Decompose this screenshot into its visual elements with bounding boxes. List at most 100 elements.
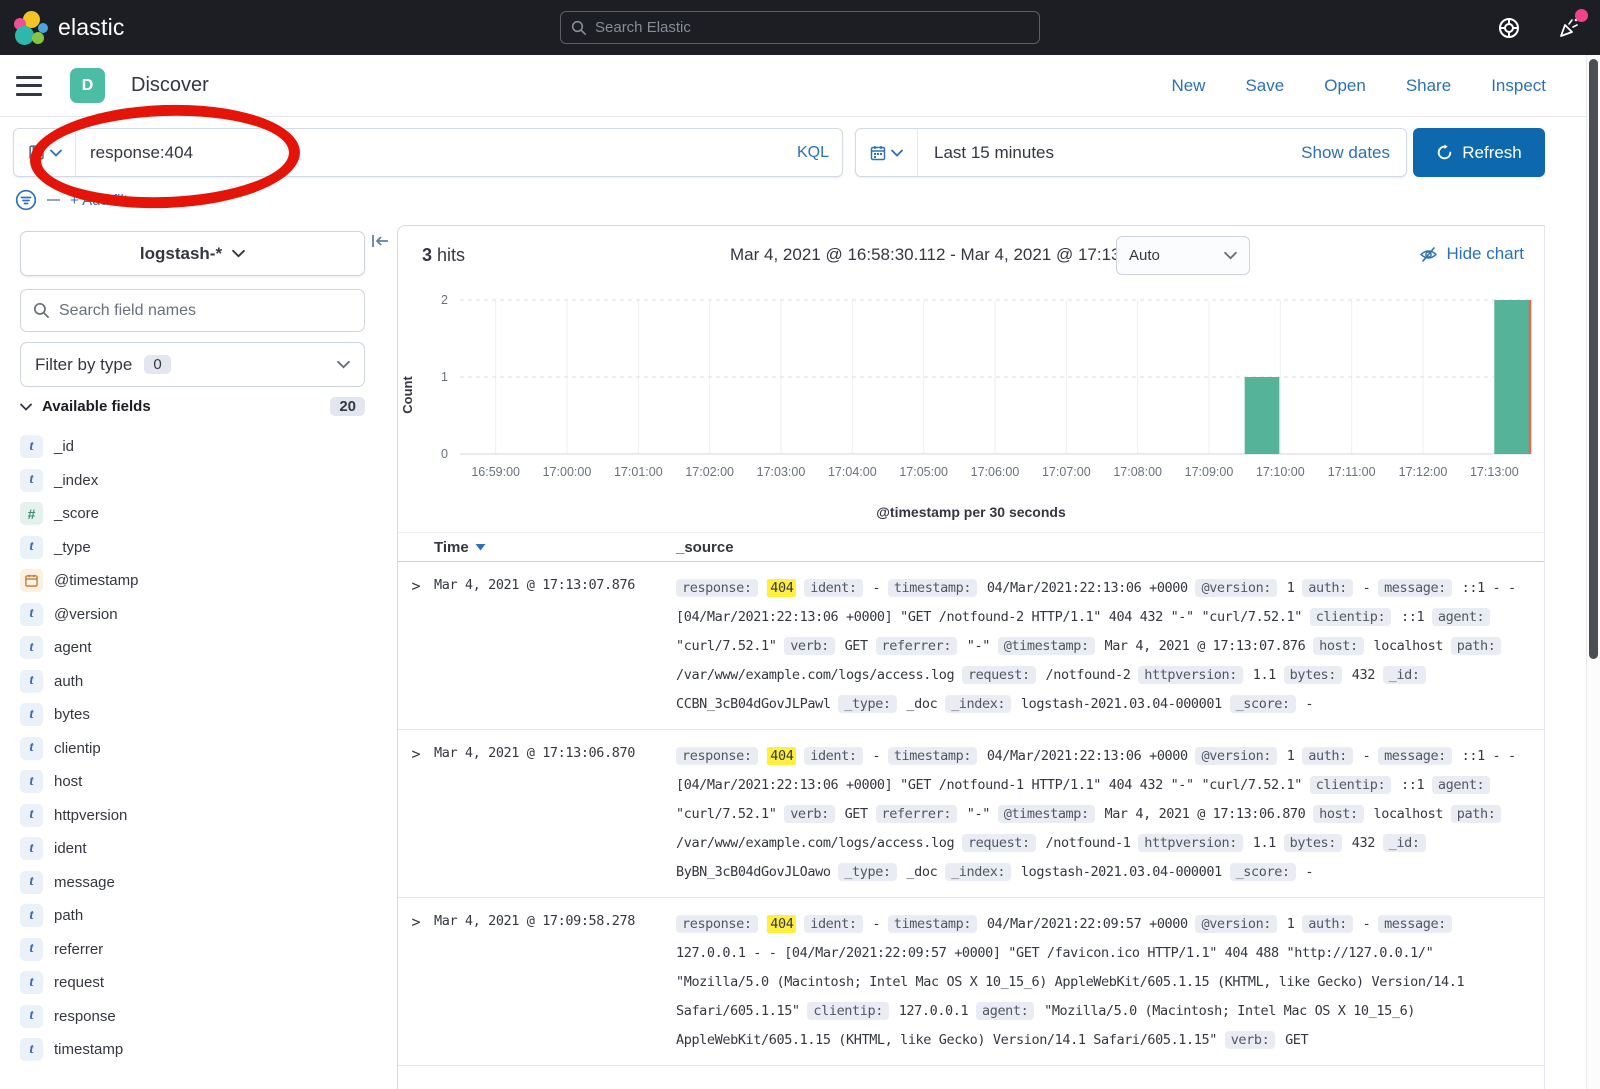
field-item-request[interactable]: trequest	[20, 966, 380, 1000]
interval-select[interactable]: Auto	[1116, 236, 1250, 275]
field-item-clientip[interactable]: tclientip	[20, 732, 380, 766]
search-icon	[571, 20, 587, 36]
expand-row-icon[interactable]: >	[398, 574, 434, 719]
source-field-value: 04/Mar/2021:22:09:57 +0000	[987, 916, 1188, 932]
field-item-index[interactable]: t_index	[20, 464, 380, 498]
field-item-timestamp[interactable]: ttimestamp	[20, 1033, 380, 1067]
field-item-id[interactable]: t _id	[20, 430, 380, 464]
results-panel: 3 hits Mar 4, 2021 @ 16:58:30.112 - Mar …	[397, 225, 1545, 1089]
field-name: message	[54, 874, 115, 891]
filter-divider	[47, 199, 60, 201]
interval-value: Auto	[1129, 247, 1160, 264]
index-pattern-select[interactable]: logstash-*	[20, 231, 365, 276]
discover-page: elastic Search Elastic D Discover NewSav…	[0, 0, 1600, 1089]
field-name: path	[54, 907, 83, 924]
available-fields-count: 20	[330, 397, 365, 416]
row-time: Mar 4, 2021 @ 17:13:06.870	[434, 742, 676, 887]
field-name: _id	[54, 438, 74, 455]
filter-icon[interactable]	[15, 189, 37, 211]
source-field-key: timestamp:	[888, 747, 977, 765]
source-field-key: _type:	[838, 863, 896, 881]
expand-row-icon[interactable]: >	[398, 910, 434, 1055]
svg-text:17:01:00: 17:01:00	[614, 465, 663, 479]
filter-by-type-label: Filter by type	[35, 355, 132, 375]
document-row: >Mar 4, 2021 @ 17:09:58.278response: 404…	[398, 898, 1544, 1066]
field-item-agent[interactable]: tagent	[20, 631, 380, 665]
text-type-icon: t	[20, 904, 43, 927]
time-range-value[interactable]: Last 15 minutes	[918, 143, 1301, 163]
source-field-value: _doc	[906, 864, 937, 880]
field-item-score[interactable]: #_score	[20, 497, 380, 531]
fields-sidebar: logstash-* Search field names Filter by …	[0, 225, 397, 1089]
help-icon[interactable]	[1496, 15, 1522, 41]
histogram-bar[interactable]	[1494, 300, 1529, 454]
refresh-button[interactable]: Refresh	[1413, 128, 1545, 177]
query-input[interactable]	[76, 143, 784, 163]
field-item-timestamp[interactable]: @timestamp	[20, 564, 380, 598]
top-menu-new-button[interactable]: New	[1171, 76, 1205, 96]
elastic-logo[interactable]: elastic	[0, 11, 125, 45]
field-item-response[interactable]: tresponse	[20, 1000, 380, 1034]
show-dates-button[interactable]: Show dates	[1301, 143, 1406, 163]
field-item-message[interactable]: tmessage	[20, 866, 380, 900]
source-field-value: /var/www/example.com/logs/access.log	[676, 667, 954, 683]
scrollbar-thumb[interactable]	[1589, 59, 1598, 659]
source-field-value: _doc	[906, 696, 937, 712]
source-field-key: agent:	[976, 1002, 1034, 1020]
source-field-key: message:	[1378, 915, 1452, 933]
source-field-key: ident:	[804, 579, 862, 597]
histogram-chart[interactable]: 16:59:0017:00:0017:01:0017:02:0017:03:00…	[398, 286, 1544, 502]
histogram-bar[interactable]	[1245, 377, 1280, 454]
quick-select-time-button[interactable]	[856, 129, 918, 176]
source-field-value: Mar 4, 2021 @ 17:13:07.876	[1104, 638, 1305, 654]
saved-query-menu-button[interactable]	[14, 129, 76, 176]
text-type-icon: t	[20, 770, 43, 793]
top-menu-open-button[interactable]: Open	[1324, 76, 1366, 96]
menu-icon[interactable]	[16, 76, 42, 96]
top-menu-save-button[interactable]: Save	[1245, 76, 1284, 96]
page-title: Discover	[131, 74, 209, 97]
field-item-path[interactable]: tpath	[20, 899, 380, 933]
svg-text:17:02:00: 17:02:00	[685, 465, 734, 479]
newsfeed-icon[interactable]	[1556, 15, 1582, 41]
source-field-key: _index:	[945, 863, 1011, 881]
field-item-host[interactable]: thost	[20, 765, 380, 799]
top-menu-inspect-button[interactable]: Inspect	[1491, 76, 1546, 96]
field-item-bytes[interactable]: tbytes	[20, 698, 380, 732]
global-search-input[interactable]: Search Elastic	[560, 11, 1040, 44]
field-name: _type	[54, 539, 91, 556]
add-filter-button[interactable]: + Add filter	[70, 192, 141, 209]
text-type-icon: t	[20, 435, 43, 458]
source-field-key: message:	[1378, 579, 1452, 597]
field-item-httpversion[interactable]: thttpversion	[20, 799, 380, 833]
field-item-version[interactable]: t@version	[20, 598, 380, 632]
field-search-input[interactable]: Search field names	[20, 289, 365, 332]
top-menu-share-button[interactable]: Share	[1406, 76, 1451, 96]
document-row: >Mar 4, 2021 @ 17:13:06.870response: 404…	[398, 730, 1544, 898]
field-item-auth[interactable]: tauth	[20, 665, 380, 699]
source-field-key: referrer:	[876, 805, 958, 823]
source-field-key: message:	[1378, 747, 1452, 765]
row-source: response: 404 ident: - timestamp: 04/Mar…	[676, 910, 1544, 1055]
app-header: D Discover NewSaveOpenShareInspect	[0, 55, 1600, 117]
field-name: @timestamp	[54, 572, 138, 589]
source-field-key: _type:	[838, 695, 896, 713]
source-field-value: "-"	[967, 806, 990, 822]
hide-chart-button[interactable]: Hide chart	[1419, 244, 1524, 264]
available-fields-label: Available fields	[42, 398, 151, 415]
time-column-header[interactable]: Time	[434, 539, 676, 556]
expand-row-icon[interactable]: >	[398, 742, 434, 887]
field-item-ident[interactable]: tident	[20, 832, 380, 866]
field-item-referrer[interactable]: treferrer	[20, 933, 380, 967]
source-field-key: _id:	[1383, 666, 1426, 684]
field-name: host	[54, 773, 82, 790]
query-language-button[interactable]: KQL	[784, 144, 842, 162]
filter-by-type-toggle[interactable]: Filter by type 0	[20, 342, 365, 387]
collapse-sidebar-icon[interactable]	[371, 233, 390, 254]
text-type-icon: t	[20, 971, 43, 994]
text-type-icon: t	[20, 938, 43, 961]
available-fields-header[interactable]: Available fields 20	[20, 397, 365, 416]
field-item-type[interactable]: t_type	[20, 531, 380, 565]
field-name: ident	[54, 840, 87, 857]
text-type-icon: t	[20, 636, 43, 659]
